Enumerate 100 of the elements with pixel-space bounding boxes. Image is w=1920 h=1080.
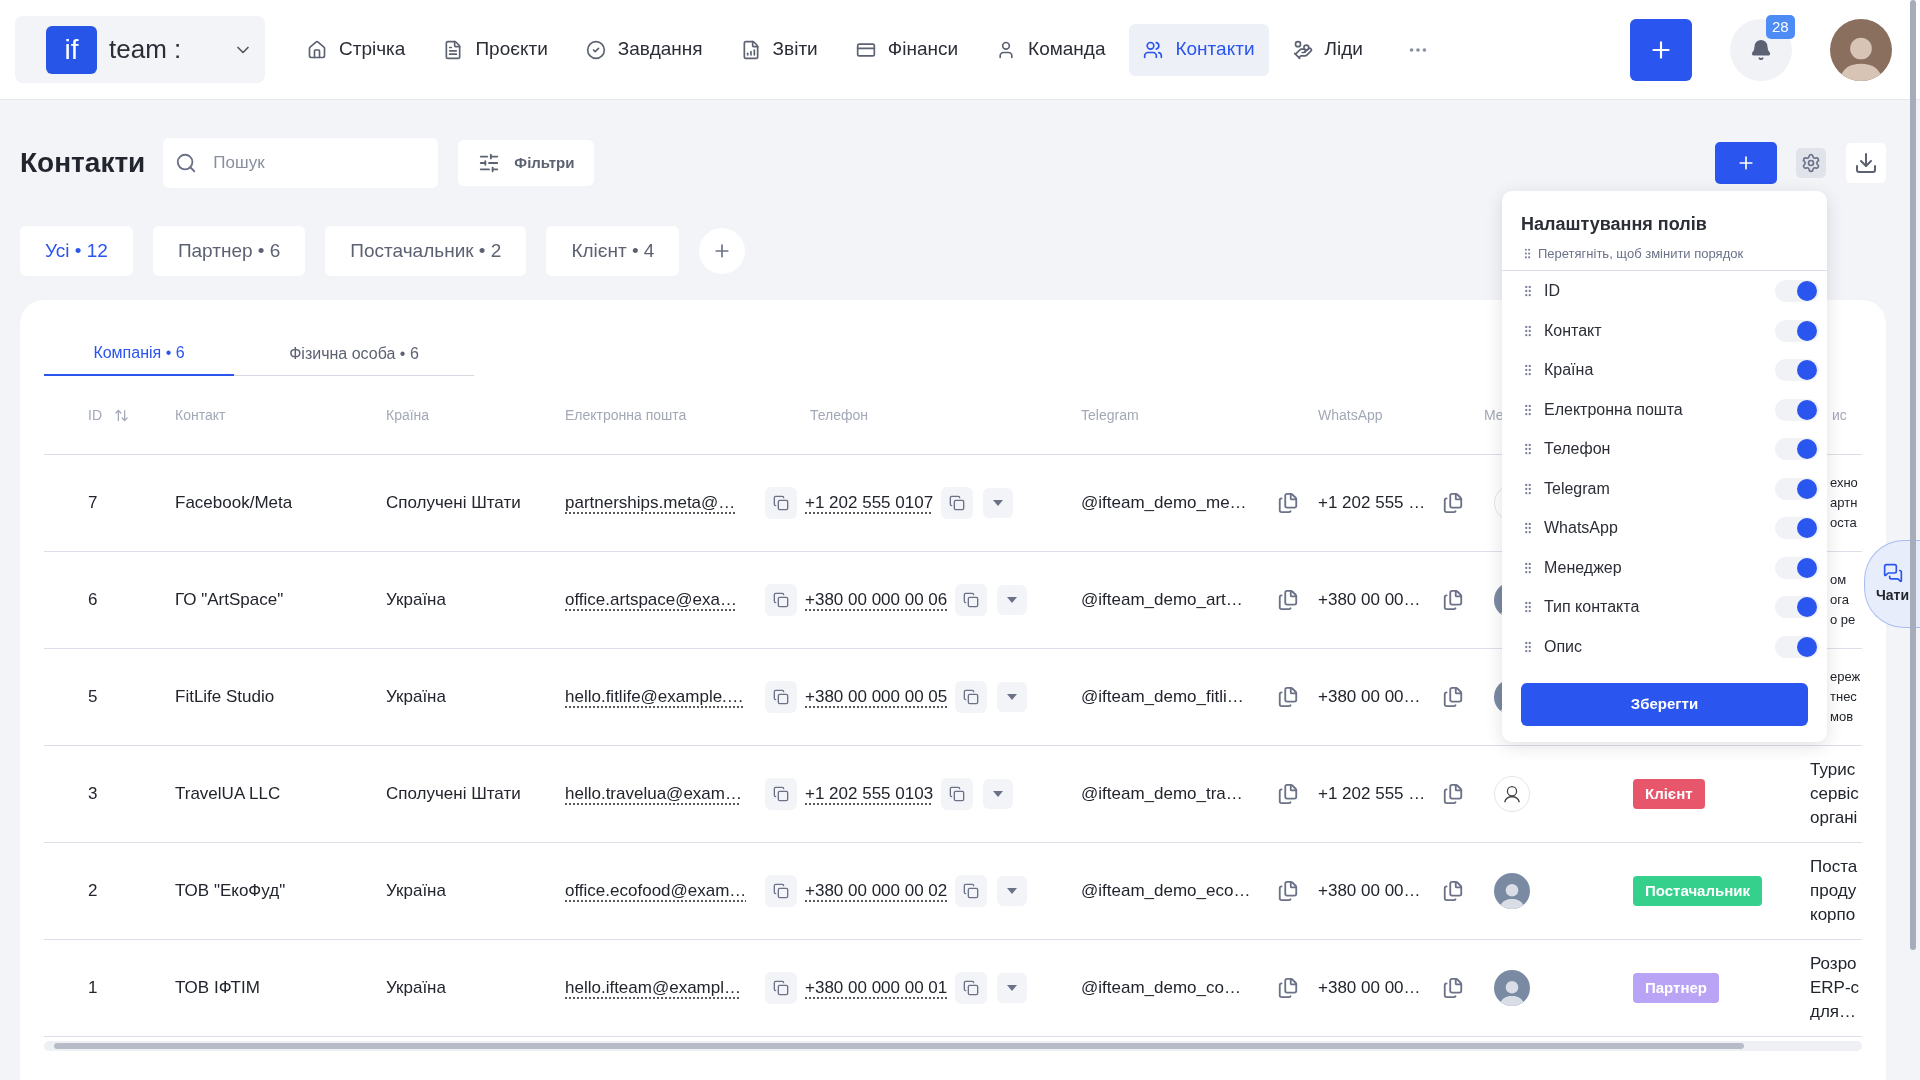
- toggle-switch[interactable]: [1775, 280, 1819, 303]
- toggle-switch[interactable]: [1775, 596, 1819, 619]
- copy-icon[interactable]: [1277, 783, 1299, 805]
- copy-icon[interactable]: [1442, 686, 1464, 708]
- email-link[interactable]: hello.fitlife@example.…: [565, 684, 755, 710]
- copy-icon[interactable]: [1442, 977, 1464, 999]
- copy-icon[interactable]: [1277, 686, 1299, 708]
- nav-label: Проєкти: [475, 37, 548, 62]
- phone-link[interactable]: +380 00 000 00 02: [805, 878, 948, 904]
- email-link[interactable]: office.ecofood@exam…: [565, 878, 755, 904]
- copy-button[interactable]: [765, 778, 797, 810]
- column-header: Телефон: [810, 405, 869, 425]
- copy-button[interactable]: [765, 584, 797, 616]
- workspace-switcher[interactable]: if team :: [15, 16, 265, 83]
- toggle-switch[interactable]: [1775, 359, 1819, 382]
- copy-button[interactable]: [941, 487, 974, 519]
- toggle-switch[interactable]: [1775, 517, 1819, 540]
- email-link[interactable]: partnerships.meta@…: [565, 490, 755, 516]
- copy-button[interactable]: [765, 681, 797, 713]
- search-field[interactable]: Пошук: [163, 138, 439, 188]
- nav-item[interactable]: Фінанси: [841, 23, 973, 76]
- copy-button[interactable]: [955, 972, 988, 1004]
- toggle-switch[interactable]: [1775, 556, 1819, 579]
- nav-label: Ліди: [1324, 37, 1363, 62]
- table-cell: 7: [88, 493, 98, 513]
- table-cell: Facebook/Meta: [175, 493, 293, 513]
- save-button[interactable]: Зберегти: [1521, 682, 1808, 726]
- column-header: ис: [1832, 405, 1847, 425]
- copy-icon[interactable]: [1442, 492, 1464, 514]
- nav-label: Стрічка: [339, 37, 406, 62]
- phone-link[interactable]: +1 202 555 0107: [805, 490, 934, 516]
- nav-item[interactable]: Проєкти: [429, 23, 562, 76]
- table-cell-text: +1 202 555 …: [1318, 783, 1427, 806]
- copy-button[interactable]: [955, 584, 988, 616]
- copy-icon[interactable]: [1442, 783, 1464, 805]
- dropdown-button[interactable]: [997, 682, 1028, 712]
- copy-icon[interactable]: [1442, 589, 1464, 611]
- add-contact-button[interactable]: [1715, 142, 1777, 184]
- copy-icon: [963, 980, 980, 996]
- table-cell: FitLife Studio: [175, 687, 275, 707]
- download-button[interactable]: [1846, 143, 1886, 183]
- dropdown-button[interactable]: [997, 973, 1028, 1003]
- table-cell: 6: [88, 590, 98, 610]
- table-cell: Сполучені Штати: [386, 784, 521, 804]
- dropdown-button[interactable]: [983, 488, 1014, 518]
- copy-icon[interactable]: [1277, 589, 1299, 611]
- table-cell-text: +380 00 00…: [1318, 686, 1422, 709]
- field-label: Тип контакта: [1544, 597, 1641, 618]
- table-cell-text: @ifteam_demo_me…: [1081, 492, 1248, 515]
- copy-icon[interactable]: [1277, 492, 1299, 514]
- nav-item[interactable]: Стрічка: [293, 23, 420, 76]
- copy-button[interactable]: [955, 681, 988, 713]
- horizontal-scrollbar[interactable]: [44, 1041, 1862, 1051]
- email-link[interactable]: hello.ifteam@exampl…: [565, 975, 755, 1001]
- table-cell: Україна: [386, 881, 446, 901]
- toggle-switch[interactable]: [1775, 319, 1819, 342]
- toggle-switch[interactable]: [1775, 635, 1819, 658]
- nav-item[interactable]: Контакти: [1129, 23, 1269, 76]
- nav-item[interactable]: Команда: [982, 23, 1120, 76]
- tab[interactable]: Компанія • 6: [44, 332, 234, 376]
- add-button[interactable]: [1630, 18, 1692, 81]
- email-link[interactable]: office.artspace@exa…: [565, 587, 755, 613]
- copy-button[interactable]: [765, 875, 797, 907]
- copy-button[interactable]: [941, 778, 974, 810]
- dropdown-button[interactable]: [983, 779, 1014, 809]
- toggle-switch[interactable]: [1775, 477, 1819, 500]
- dropdown-button[interactable]: [997, 585, 1028, 615]
- settings-button[interactable]: [1796, 148, 1826, 178]
- copy-button[interactable]: [765, 972, 797, 1004]
- email-link[interactable]: hello.travelua@exam…: [565, 781, 755, 807]
- copy-icon[interactable]: [1442, 880, 1464, 902]
- copy-icon[interactable]: [1277, 977, 1299, 999]
- phone-link[interactable]: +380 00 000 00 01: [805, 975, 948, 1001]
- page-scrollbar[interactable]: [1910, 0, 1916, 950]
- filter-chip[interactable]: Клієнт • 4: [546, 226, 680, 276]
- workspace-name: team :: [109, 33, 183, 66]
- description-text: ERP-с: [1810, 977, 1860, 999]
- description-text: ом: [1830, 571, 1847, 589]
- table-cell: 2: [88, 881, 98, 901]
- dropdown-button[interactable]: [997, 876, 1028, 906]
- copy-icon[interactable]: [1277, 880, 1299, 902]
- filter-chip[interactable]: Постачальник • 2: [325, 226, 527, 276]
- tab[interactable]: Фізична особа • 6: [234, 332, 474, 376]
- table-cell-text: @ifteam_demo_eco…: [1081, 880, 1252, 903]
- nav-item[interactable]: Ліди: [1278, 23, 1377, 76]
- copy-button[interactable]: [955, 875, 988, 907]
- copy-button[interactable]: [765, 487, 797, 519]
- phone-link[interactable]: +380 00 000 00 06: [805, 587, 948, 613]
- phone-link[interactable]: +1 202 555 0103: [805, 781, 934, 807]
- filter-chip[interactable]: Партнер • 6: [152, 226, 306, 276]
- filter-chip[interactable]: Усі • 12: [20, 226, 133, 276]
- add-filter-button[interactable]: [699, 228, 746, 274]
- toggle-switch[interactable]: [1775, 438, 1819, 461]
- phone-link[interactable]: +380 00 000 00 05: [805, 684, 948, 710]
- avatar: [1494, 776, 1530, 812]
- filters-button[interactable]: Фільтри: [458, 140, 595, 186]
- nav-item[interactable]: Завдання: [571, 23, 717, 76]
- toggle-switch[interactable]: [1775, 398, 1819, 421]
- nav-label: Завдання: [617, 37, 703, 62]
- nav-item[interactable]: Звіти: [726, 23, 832, 76]
